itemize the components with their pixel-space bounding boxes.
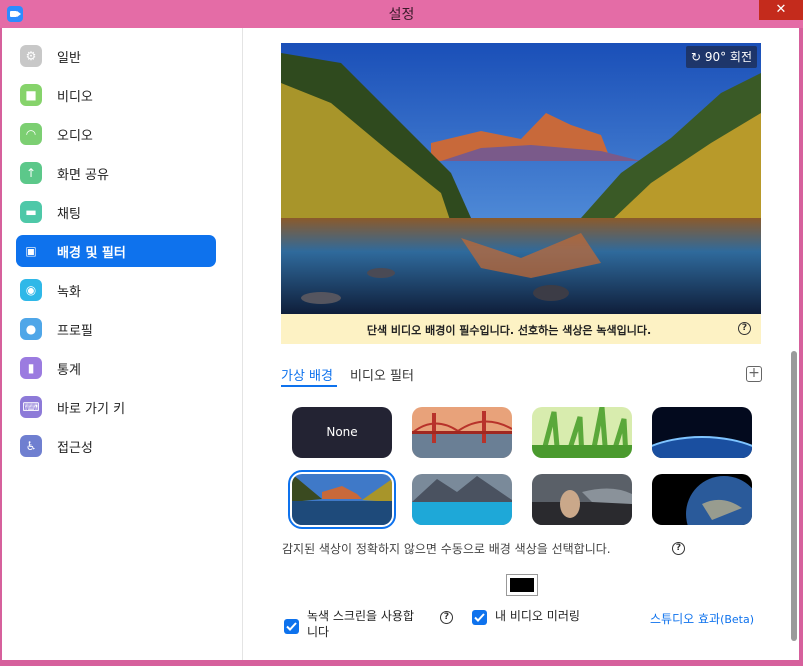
sidebar-item-statistics[interactable]: ▮ 통계: [16, 352, 216, 384]
main-content: ↻ 90° 회전 단색 비디오 배경이 필수입니다. 선호하는 색상은 녹색입니…: [244, 28, 799, 660]
sidebar-item-label: 녹화: [57, 285, 81, 300]
gear-icon: ⚙: [20, 45, 42, 67]
sidebar-item-general[interactable]: ⚙ 일반: [16, 40, 216, 72]
sidebar-item-label: 오디오: [57, 129, 93, 144]
beta-label: (Beta): [720, 613, 755, 626]
studio-effects-label: 스튜디오 효과: [650, 612, 721, 626]
title-bar: 설정 ✕: [0, 0, 803, 28]
headphones-icon: ◠: [20, 123, 42, 145]
keyboard-icon: ⌨: [20, 396, 42, 418]
scrollbar-thumb[interactable]: [791, 351, 797, 641]
share-screen-icon: ↑: [20, 162, 42, 184]
tab-video-filter[interactable]: 비디오 필터: [350, 365, 414, 384]
background-mountain-lake-thumb[interactable]: [288, 470, 396, 529]
active-tab-indicator: [281, 385, 337, 387]
mirror-video-checkbox[interactable]: [472, 610, 487, 625]
sidebar-item-video[interactable]: ■ 비디오: [16, 79, 216, 111]
sidebar-item-profile[interactable]: ● 프로필: [16, 313, 216, 345]
sidebar-item-share-screen[interactable]: ↑ 화면 공유: [16, 157, 216, 189]
sidebar-item-label: 통계: [57, 363, 81, 378]
green-screen-label: 녹색 스크린을 사용합 니다: [307, 609, 414, 639]
scrollbar[interactable]: [789, 28, 799, 660]
help-icon[interactable]: ?: [738, 322, 751, 335]
banner-text: 단색 비디오 배경이 필수입니다. 선호하는 색상은 녹색입니다.: [366, 324, 652, 337]
background-earth-horizon-thumb[interactable]: [652, 407, 752, 458]
swatch-fill: [510, 578, 534, 592]
green-screen-banner: 단색 비디오 배경이 필수입니다. 선호하는 색상은 녹색입니다. ?: [281, 314, 761, 344]
close-button[interactable]: ✕: [759, 0, 803, 20]
sidebar-item-label: 프로필: [57, 324, 93, 339]
background-none-thumb[interactable]: None: [292, 407, 392, 458]
studio-effects-link[interactable]: 스튜디오 효과(Beta): [650, 610, 754, 627]
background-color-swatch[interactable]: [506, 574, 538, 596]
background-earth-space-thumb[interactable]: [652, 474, 752, 525]
add-background-button[interactable]: +: [746, 366, 762, 382]
help-icon[interactable]: ?: [672, 542, 685, 555]
accessibility-icon: ♿: [20, 435, 42, 457]
statistics-icon: ▮: [20, 357, 42, 379]
sidebar-item-label: 일반: [57, 51, 81, 66]
background-golden-gate-thumb[interactable]: [412, 407, 512, 458]
mountain-lake-preview-image: [281, 43, 761, 314]
sidebar-item-accessibility[interactable]: ♿ 접근성: [16, 430, 216, 462]
color-detect-text: 감지된 색상이 정확하지 않으면 수동으로 배경 색상을 선택합니다.: [282, 542, 611, 556]
help-icon[interactable]: ?: [440, 611, 453, 624]
record-icon: ◉: [20, 279, 42, 301]
sidebar-item-label: 비디오: [57, 90, 93, 105]
rotate-90-button[interactable]: ↻ 90° 회전: [685, 46, 757, 68]
background-filter-icon: ▣: [20, 240, 42, 262]
sidebar-item-label: 바로 가기 키: [57, 402, 126, 417]
sidebar-item-label: 화면 공유: [57, 168, 109, 183]
green-screen-checkbox[interactable]: [284, 619, 299, 634]
rotate-label: 90° 회전: [704, 50, 752, 64]
video-preview: ↻ 90° 회전: [281, 43, 761, 314]
tab-virtual-background[interactable]: 가상 배경: [281, 365, 333, 384]
video-camera-icon: ■: [20, 84, 42, 106]
background-glacier-lake-thumb[interactable]: [412, 474, 512, 525]
sidebar-item-label: 채팅: [57, 207, 81, 222]
chat-bubble-icon: ▬: [20, 201, 42, 223]
window-title: 설정: [388, 7, 415, 23]
sidebar: ⚙ 일반 ■ 비디오 ◠ 오디오 ↑ 화면 공유 ▬ 채팅 ▣ 배경 및 필터 …: [2, 28, 243, 660]
sidebar-item-label: 배경 및 필터: [57, 246, 126, 261]
sidebar-item-shortcuts[interactable]: ⌨ 바로 가기 키: [16, 391, 216, 423]
sidebar-item-audio[interactable]: ◠ 오디오: [16, 118, 216, 150]
profile-icon: ●: [20, 318, 42, 340]
background-beach-rock-thumb[interactable]: [532, 474, 632, 525]
sidebar-item-background-filter[interactable]: ▣ 배경 및 필터: [16, 235, 216, 267]
sidebar-item-label: 접근성: [57, 441, 93, 456]
background-grass-thumb[interactable]: [532, 407, 632, 458]
sidebar-item-record[interactable]: ◉ 녹화: [16, 274, 216, 306]
settings-window: ⚙ 일반 ■ 비디오 ◠ 오디오 ↑ 화면 공유 ▬ 채팅 ▣ 배경 및 필터 …: [2, 28, 799, 660]
sidebar-item-chat[interactable]: ▬ 채팅: [16, 196, 216, 228]
mirror-video-label: 내 비디오 미러링: [495, 609, 580, 623]
